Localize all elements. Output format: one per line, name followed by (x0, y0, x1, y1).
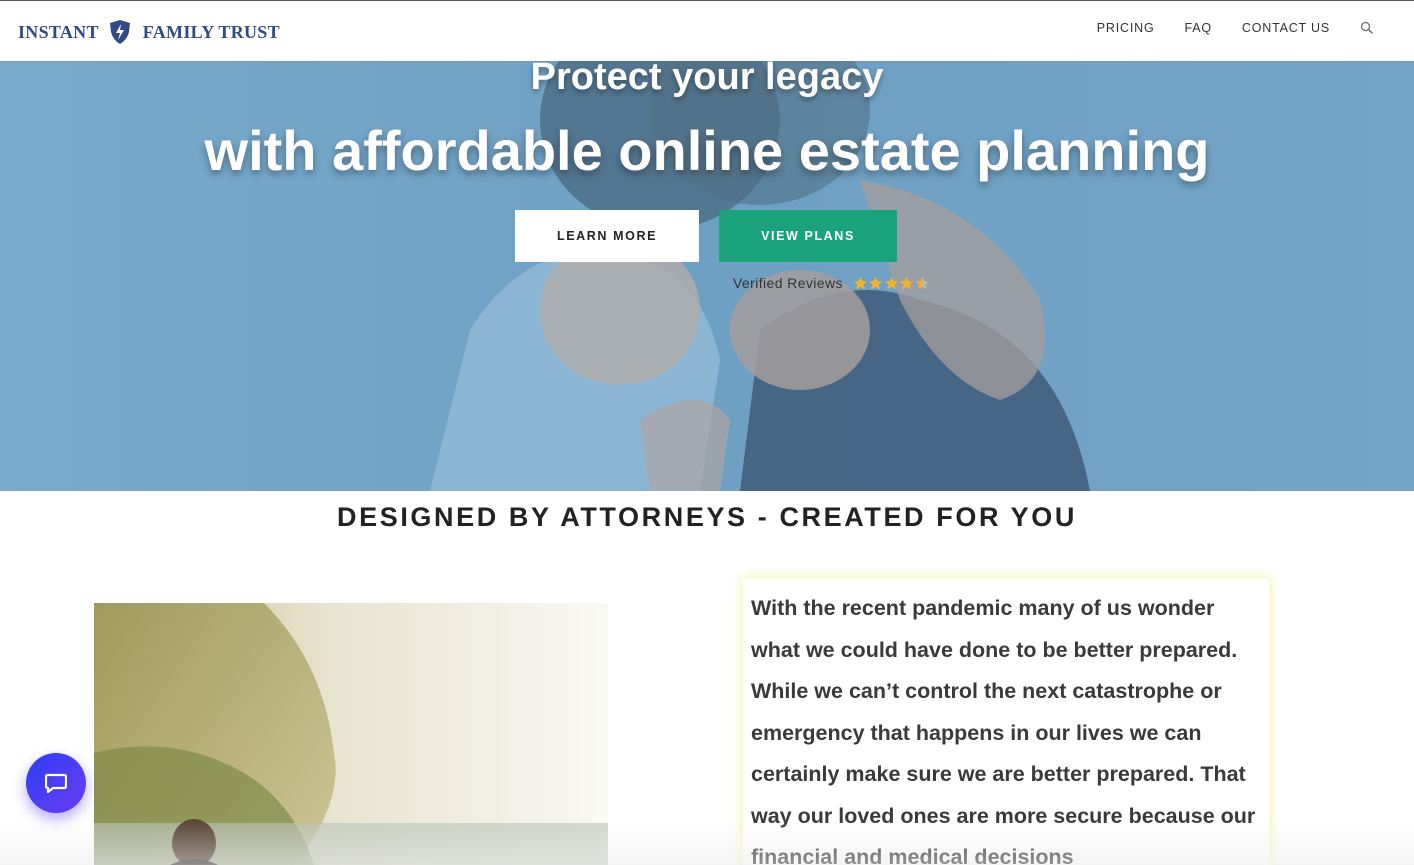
nav-faq[interactable]: FAQ (1184, 19, 1211, 37)
brand-name-left: INSTANT (18, 21, 99, 42)
page: Protect your legacy with affordable onli… (0, 0, 1414, 865)
brand-name-right: FAMILY TRUST (142, 21, 280, 42)
star-icon (915, 276, 929, 289)
search-icon[interactable] (1360, 21, 1374, 35)
shield-bolt-icon (109, 20, 130, 44)
view-plans-button[interactable]: VIEW PLANS (719, 210, 897, 262)
hero-title-line-2: with affordable online estate planning (204, 119, 1210, 182)
intro-text-card: With the recent pandemic many of us wond… (743, 578, 1269, 865)
section-heading: DESIGNED BY ATTORNEYS - CREATED FOR YOU (337, 502, 1077, 532)
learn-more-button[interactable]: LEARN MORE (515, 210, 699, 262)
hero-title-line-1: Protect your legacy (530, 56, 884, 98)
star-icon (853, 276, 867, 289)
chat-launcher-button[interactable] (26, 753, 86, 813)
verified-reviews-label: Verified Reviews (733, 275, 843, 291)
chat-bubble-icon (45, 773, 67, 793)
star-icon (869, 276, 883, 289)
nav-contact-us[interactable]: CONTACT US (1242, 19, 1330, 37)
intro-paragraph: With the recent pandemic many of us wond… (751, 596, 1256, 865)
site-header: INSTANT FAMILY TRUST PRICING FAQ CONTACT… (0, 0, 1414, 61)
nav-pricing[interactable]: PRICING (1097, 19, 1155, 37)
star-icon (900, 276, 914, 289)
verified-reviews[interactable]: Verified Reviews (733, 272, 930, 294)
waterfall-photo (94, 603, 608, 865)
star-rating (853, 276, 931, 291)
hero-banner: Protect your legacy with affordable onli… (0, 0, 1414, 491)
brand-logo[interactable]: INSTANT FAMILY TRUST (18, 18, 280, 46)
main-nav: PRICING FAQ CONTACT US (1067, 19, 1374, 37)
star-icon (884, 276, 898, 289)
